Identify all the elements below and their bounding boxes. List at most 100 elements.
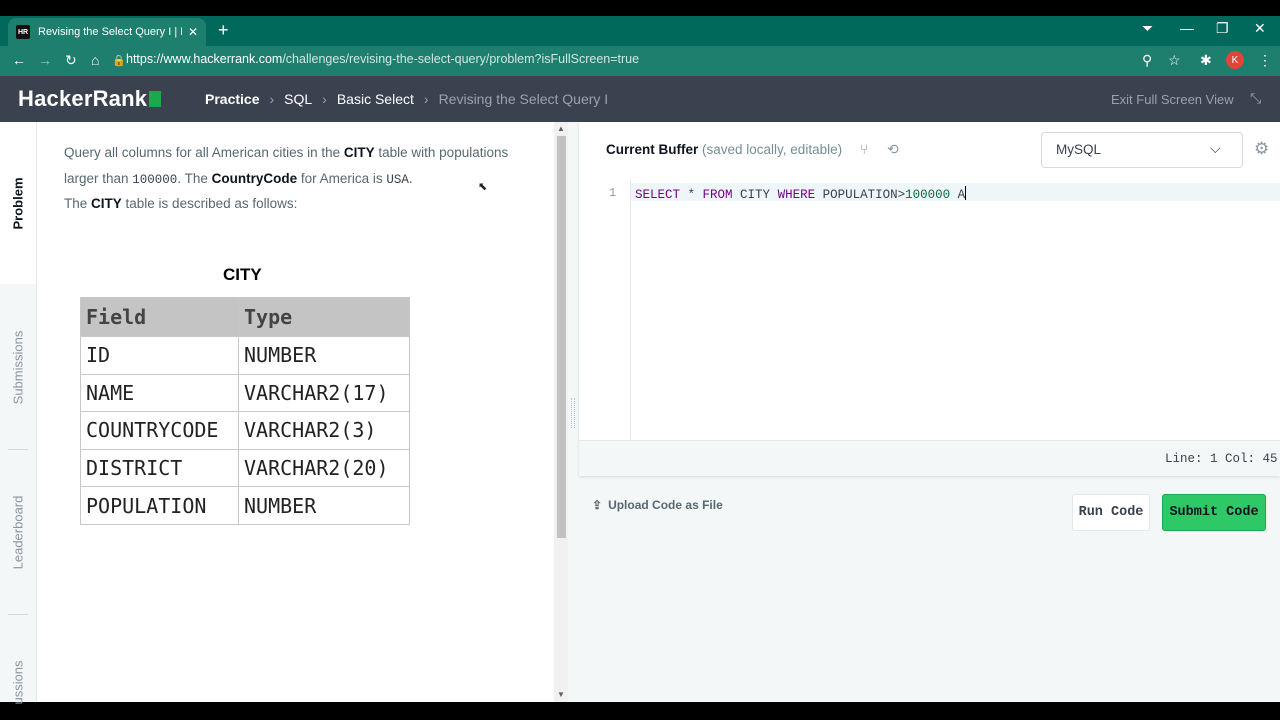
scroll-up-icon[interactable]: ▲: [557, 124, 565, 133]
problem-paragraph-1: Query all columns for all American citie…: [64, 140, 524, 193]
breadcrumb-sql[interactable]: SQL: [284, 91, 312, 107]
tab-leaderboard[interactable]: Leaderboard: [0, 457, 36, 607]
upload-icon: ⇪: [592, 498, 603, 512]
url-path: /challenges/revising-the-select-query/pr…: [282, 52, 640, 66]
zoom-icon[interactable]: ⚲: [1142, 52, 1152, 69]
text: The: [64, 196, 92, 211]
tab-leaderboard-label: Leaderboard: [10, 495, 26, 569]
browser-menu-icon[interactable]: ⋮: [1258, 52, 1272, 69]
new-tab-icon[interactable]: +: [218, 20, 229, 41]
upload-code-button[interactable]: ⇪ Upload Code as File: [592, 498, 723, 512]
lock-icon: 🔒: [112, 55, 126, 67]
tab-submissions-label: Submissions: [10, 330, 26, 404]
text-bold: CountryCode: [211, 171, 298, 186]
text-bold: CITY: [343, 145, 375, 160]
upload-label: Upload Code as File: [608, 498, 723, 512]
text: table is described as follows:: [121, 196, 298, 211]
reload-icon[interactable]: ↻: [65, 52, 77, 69]
url-field[interactable]: https://www.hackerrank.com/challenges/re…: [126, 52, 639, 66]
table-cell: POPULATION: [80, 486, 239, 525]
logo-text: HackerRank: [18, 86, 148, 111]
code-editor[interactable]: SELECT * FROM CITY WHERE POPULATION>1000…: [635, 186, 967, 202]
chevron-right-icon: ›: [423, 91, 429, 107]
table-cell: NUMBER: [238, 486, 410, 525]
table-header-row: Field Type: [80, 297, 410, 337]
branch-icon[interactable]: ⑂: [860, 141, 868, 157]
extensions-icon[interactable]: ✱: [1200, 52, 1212, 69]
table-cell: NAME: [80, 373, 239, 413]
code-keyword: SELECT: [635, 188, 681, 202]
language-value: MySQL: [1056, 142, 1102, 157]
code-keyword: FROM: [702, 188, 733, 202]
close-tab-icon[interactable]: ✕: [188, 25, 198, 39]
chevron-right-icon: ›: [322, 91, 327, 107]
profile-menu-icon[interactable]: ⏷: [1142, 20, 1153, 37]
chevron-right-icon: ›: [269, 91, 275, 107]
run-code-button[interactable]: Run Code: [1072, 494, 1150, 531]
breadcrumb-current: Revising the Select Query I: [438, 91, 609, 107]
profile-avatar[interactable]: K: [1226, 51, 1244, 69]
problem-pane: Query all columns for all American citie…: [37, 122, 554, 702]
home-icon[interactable]: ⌂: [91, 52, 99, 68]
code-text: CITY: [732, 188, 778, 202]
hackerrank-logo[interactable]: HackerRank: [18, 86, 162, 112]
scrollbar-thumb[interactable]: [557, 136, 566, 538]
line-col-indicator: Line: 1 Col: 45: [1165, 452, 1278, 466]
buffer-title: Current Buffer (saved locally, editable): [606, 142, 842, 157]
text-bold: CITY: [91, 196, 122, 211]
table-cell: DISTRICT: [80, 448, 239, 488]
line-number: 1: [609, 186, 617, 200]
code-text: A: [950, 188, 966, 202]
hackerrank-favicon-icon: HR: [16, 25, 30, 39]
gear-icon[interactable]: ⚙: [1254, 139, 1269, 159]
table-cell: NUMBER: [238, 336, 410, 375]
text-caret: [965, 186, 967, 200]
history-icon[interactable]: ⟲: [887, 141, 899, 158]
code-keyword: WHERE: [777, 188, 816, 202]
tab-problem-label: Problem: [10, 176, 26, 230]
breadcrumb: Practice › SQL › Basic Select › Revising…: [205, 91, 618, 107]
tab-discussions-label: ussions: [10, 659, 26, 705]
browser-tab-bar: HR Revising the Select Query I | Hac ✕ +…: [0, 16, 1280, 46]
table-row: ID NUMBER: [80, 336, 410, 375]
table-caption: CITY: [223, 265, 262, 284]
scroll-down-icon[interactable]: ▼: [557, 690, 565, 699]
chevron-down-icon: ⌵: [1210, 140, 1221, 156]
text: . The: [177, 171, 212, 186]
exit-fullscreen-link[interactable]: Exit Full Screen View: [1111, 92, 1234, 107]
buffer-title-text: Current Buffer: [606, 142, 699, 157]
drag-handle-icon[interactable]: [571, 398, 575, 428]
inline-code: 100000: [132, 173, 178, 187]
forward-icon[interactable]: →: [38, 52, 52, 68]
city-schema-table: Field Type ID NUMBER NAME VARCHAR2(17) COU…: [80, 297, 410, 525]
close-window-icon[interactable]: ✕: [1254, 20, 1266, 37]
maximize-icon[interactable]: ❐: [1216, 20, 1229, 37]
bookmark-star-icon[interactable]: ☆: [1168, 52, 1181, 69]
language-select[interactable]: MySQL ⌵: [1041, 132, 1243, 168]
code-text: *: [680, 188, 703, 202]
minimize-fullscreen-icon[interactable]: ⤡: [1250, 90, 1261, 107]
address-bar: ← → ↻ ⌂ 🔒 https://www.hackerrank.com/cha…: [0, 46, 1280, 76]
code-number: 100000: [905, 188, 951, 202]
inline-code: USA: [386, 173, 409, 187]
back-icon[interactable]: ←: [12, 52, 26, 68]
table-cell: VARCHAR2(17): [238, 373, 410, 413]
minimize-icon[interactable]: —: [1180, 20, 1194, 36]
tab-discussions[interactable]: ussions: [0, 642, 36, 720]
browser-tab[interactable]: HR Revising the Select Query I | Hac ✕: [8, 18, 206, 46]
table-row: NAME VARCHAR2(17): [80, 373, 410, 413]
screen: HR Revising the Select Query I | Hac ✕ +…: [0, 0, 1280, 720]
table-cell: VARCHAR2(20): [238, 448, 410, 488]
tab-title: Revising the Select Query I | Hac: [38, 26, 182, 38]
breadcrumb-practice[interactable]: Practice: [205, 91, 259, 107]
table-cell: COUNTRYCODE: [80, 411, 239, 450]
tab-divider: [8, 614, 28, 615]
breadcrumb-basic-select[interactable]: Basic Select: [337, 91, 414, 107]
url-host: https://www.hackerrank.com: [126, 52, 283, 66]
submit-code-button[interactable]: Submit Code: [1162, 494, 1266, 531]
table-row: DISTRICT VARCHAR2(20): [80, 448, 410, 488]
buffer-subtitle: (saved locally, editable): [698, 142, 843, 157]
tab-submissions[interactable]: Submissions: [0, 292, 36, 442]
tab-problem[interactable]: Problem: [0, 122, 36, 284]
vertical-tab-bar: Problem Submissions Leaderboard ussions: [0, 122, 37, 704]
